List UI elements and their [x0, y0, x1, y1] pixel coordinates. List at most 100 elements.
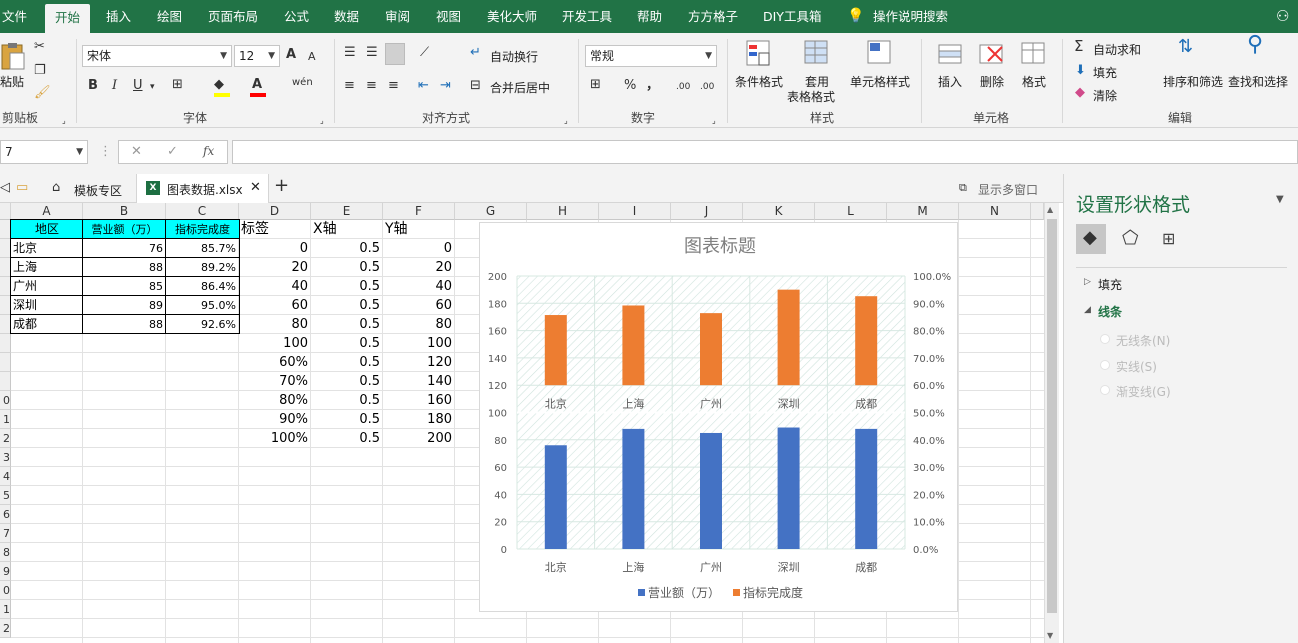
launcher-icon[interactable]: ⌟ [712, 113, 716, 129]
paste-button[interactable]: 粘贴 [0, 73, 24, 90]
insert-function-button[interactable]: fx [203, 144, 214, 158]
row-header[interactable]: 0 [0, 581, 11, 600]
chart-svg[interactable]: 图表标题 0 0.0% 20 10.0% 40 20.0% 60 30.0% 80 40.0% 10… [480, 223, 959, 613]
delete-cells-icon[interactable] [978, 39, 1006, 69]
col-header[interactable]: C [166, 203, 239, 220]
row-header[interactable]: 8 [0, 543, 11, 562]
aux-cell[interactable]: 0.5 [311, 353, 383, 372]
autosum-button[interactable]: 自动求和 [1093, 41, 1141, 58]
col-header[interactable]: K [743, 203, 815, 220]
scroll-down-icon[interactable]: ▼ [1047, 631, 1053, 640]
aux-cell[interactable]: 90% [239, 410, 311, 429]
pentagon-icon[interactable]: ⬠ [1122, 227, 1139, 249]
col-header[interactable]: H [527, 203, 599, 220]
col-header[interactable]: M [887, 203, 959, 220]
insert-cells-button[interactable]: 插入 [938, 73, 962, 90]
tab-file-active[interactable]: X 图表数据.xlsx ✕ [136, 174, 269, 203]
row-header[interactable]: 9 [0, 562, 11, 581]
aux-cell[interactable]: 0.5 [311, 334, 383, 353]
chart-object[interactable]: 图表标题 0 0.0% 20 10.0% 40 20.0% 60 30.0% 80 40.0% 10… [479, 222, 958, 612]
line-section[interactable]: 线条 [1098, 303, 1122, 320]
multi-window-icon[interactable]: ⧉ [959, 180, 967, 196]
wrap-text-button[interactable]: 自动换行 [490, 48, 538, 65]
align-bottom-icon[interactable] [385, 43, 405, 65]
align-top-icon[interactable]: ☰ [344, 45, 356, 61]
aux-cell[interactable]: 60 [239, 296, 311, 315]
account-icon[interactable]: ⚇ [1276, 0, 1289, 33]
fill-section[interactable]: 填充 [1098, 276, 1122, 293]
tab-template[interactable]: 模板专区 [74, 182, 122, 199]
autosum-icon[interactable]: Σ [1074, 38, 1083, 54]
row-header[interactable]: 1 [0, 410, 11, 429]
menu-data[interactable]: 数据 [334, 0, 359, 33]
radio-no-line[interactable] [1100, 334, 1110, 344]
menu-insert[interactable]: 插入 [106, 0, 131, 33]
launcher-icon[interactable]: ⌟ [62, 113, 66, 129]
decrease-decimal-button[interactable]: .00 [700, 79, 714, 95]
launcher-icon[interactable]: ⌟ [320, 113, 324, 129]
aux-cell[interactable]: 0.5 [311, 296, 383, 315]
percent-button[interactable]: % [624, 78, 636, 94]
aux-cell[interactable]: 140 [383, 372, 455, 391]
cell-header-label[interactable]: 标签 [239, 220, 311, 239]
menu-fangfang[interactable]: 方方格子 [688, 0, 738, 33]
legend-rate[interactable]: 指标完成度 [743, 585, 803, 600]
border-icon[interactable]: ⊞ [172, 77, 183, 93]
wrap-text-icon[interactable]: ↵ [470, 45, 481, 61]
cell-header-y[interactable]: Y轴 [383, 220, 455, 239]
row-header[interactable] [0, 353, 11, 372]
close-icon[interactable]: ✕ [250, 180, 261, 195]
fill-button[interactable]: 填充 [1093, 64, 1117, 81]
row-header[interactable] [0, 334, 11, 353]
aux-cell[interactable]: 40 [239, 277, 311, 296]
align-left-icon[interactable]: ≡ [344, 78, 355, 94]
merge-center-button[interactable]: 合并后居中 [490, 79, 550, 96]
scroll-thumb[interactable] [1047, 219, 1057, 613]
underline-button[interactable]: U [133, 78, 143, 94]
aux-cell[interactable]: 0.5 [311, 258, 383, 277]
cell-styles-button[interactable]: 单元格样式 [850, 73, 910, 90]
orientation-icon[interactable]: ⟋ [420, 45, 429, 61]
aux-cell[interactable]: 0.5 [311, 239, 383, 258]
radio-gradient-line[interactable] [1100, 385, 1110, 395]
conditional-format-button[interactable]: 条件格式 [735, 73, 783, 90]
chevron-down-icon[interactable]: ▼ [1276, 194, 1284, 205]
col-header[interactable]: D [239, 203, 311, 220]
col-header[interactable]: J [671, 203, 743, 220]
align-right-icon[interactable]: ≡ [388, 78, 399, 94]
font-size-combo[interactable]: 12 ▼ [234, 45, 280, 67]
table-format-icon[interactable] [803, 39, 831, 69]
home-icon[interactable]: ⌂ [52, 180, 60, 196]
sort-filter-button[interactable]: 排序和筛选 [1163, 73, 1223, 90]
copy-icon[interactable]: ❐ [34, 63, 46, 79]
row-header[interactable]: 1 [0, 600, 11, 619]
aux-cell[interactable]: 200 [383, 429, 455, 448]
aux-cell[interactable]: 40 [383, 277, 455, 296]
aux-cell[interactable]: 180 [383, 410, 455, 429]
align-center-icon[interactable]: ≡ [366, 78, 377, 94]
sort-filter-icon[interactable]: ⇅ [1178, 38, 1193, 56]
search-icon[interactable]: ⚲ [1247, 34, 1263, 56]
currency-icon[interactable]: ⊞ [590, 77, 601, 93]
cut-icon[interactable]: ✂ [34, 39, 45, 55]
menu-review[interactable]: 审阅 [385, 0, 410, 33]
conditional-format-icon[interactable] [745, 39, 773, 69]
menu-developer[interactable]: 开发工具 [562, 0, 612, 33]
comma-button[interactable]: ， [646, 78, 659, 94]
decrease-indent-icon[interactable]: ⇤ [418, 78, 429, 94]
col-header[interactable]: G [455, 203, 527, 220]
aux-cell[interactable]: 160 [383, 391, 455, 410]
aux-cell[interactable]: 0 [239, 239, 311, 258]
increase-decimal-button[interactable]: .00 [676, 79, 690, 95]
fill-color-icon[interactable]: ◆ [214, 77, 224, 93]
table-format-line2[interactable]: 表格格式 [787, 88, 835, 105]
cancel-icon[interactable]: ✕ [131, 144, 142, 159]
option-gradient-line[interactable]: 渐变线(G) [1116, 383, 1171, 400]
col-header[interactable]: F [383, 203, 455, 220]
check-icon[interactable]: ✓ [167, 144, 178, 159]
col-header[interactable]: B [83, 203, 166, 220]
chevron-down-icon[interactable]: ▾ [150, 79, 155, 95]
aux-cell[interactable]: 100 [239, 334, 311, 353]
aux-cell[interactable]: 0.5 [311, 277, 383, 296]
menu-diy[interactable]: DIY工具箱 [763, 0, 821, 33]
